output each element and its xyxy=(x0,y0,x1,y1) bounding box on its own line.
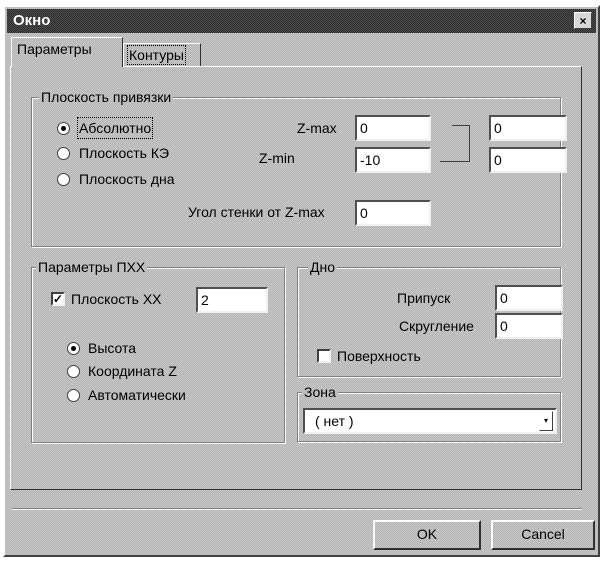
radio-bottom-plane-label[interactable]: Плоскость дна xyxy=(79,170,175,188)
cancel-button[interactable]: Cancel xyxy=(491,520,595,550)
reference-plane-title: Плоскость привязки xyxy=(41,88,172,106)
tab-panel: Плоскость привязки Абсолютно Плоскость К… xyxy=(10,66,582,490)
radio-bottom-plane[interactable] xyxy=(57,173,70,186)
allowance-label: Припуск xyxy=(397,290,451,306)
pxx-title: Параметры ПХХ xyxy=(38,258,146,276)
close-icon: × xyxy=(579,14,587,28)
bottom-separator xyxy=(12,508,582,510)
wall-angle-label: Угол стенки от Z-max xyxy=(188,204,325,220)
radio-z-coordinate-label[interactable]: Координата Z xyxy=(88,362,177,380)
surface-label[interactable]: Поверхность xyxy=(337,347,421,365)
radio-fe-plane-label[interactable]: Плоскость КЭ xyxy=(79,144,169,162)
rounding-label: Скругление xyxy=(399,318,474,334)
tab-contours[interactable]: Контуры xyxy=(123,43,201,67)
tab-parameters[interactable]: Параметры xyxy=(11,37,123,67)
title-bar[interactable]: Окно × xyxy=(7,9,596,33)
ok-button[interactable]: OK xyxy=(373,520,481,550)
pxx-plane-checkbox[interactable]: ✓ xyxy=(51,292,65,306)
link-bracket-top xyxy=(452,125,470,156)
checkmark-icon: ✓ xyxy=(53,292,64,306)
zmin-label: Z-min xyxy=(259,150,295,166)
tab-parameters-label: Параметры xyxy=(17,41,92,57)
linked-bottom-field[interactable]: 0 xyxy=(489,147,567,173)
radio-fe-plane[interactable] xyxy=(57,147,70,160)
cancel-button-label: Cancel xyxy=(521,526,565,542)
radio-absolute[interactable] xyxy=(57,122,70,135)
zone-select-value: ( нет ) xyxy=(315,413,354,429)
tab-contours-label: Контуры xyxy=(127,45,186,65)
radio-height[interactable] xyxy=(67,342,80,355)
allowance-field[interactable]: 0 xyxy=(495,285,563,311)
close-button[interactable]: × xyxy=(574,12,592,29)
radio-absolute-label[interactable]: Абсолютно xyxy=(76,117,154,139)
radio-automatic-label[interactable]: Автоматически xyxy=(88,386,186,404)
ok-button-label: OK xyxy=(416,526,438,542)
zmax-field[interactable]: 0 xyxy=(355,115,431,141)
zmax-label: Z-max xyxy=(297,120,337,136)
linked-top-field[interactable]: 0 xyxy=(489,115,567,141)
radio-z-coordinate[interactable] xyxy=(67,365,80,378)
wall-angle-field[interactable]: 0 xyxy=(355,200,431,226)
chevron-down-icon[interactable]: ▾ xyxy=(539,411,553,431)
window-title: Окно xyxy=(13,12,51,29)
zone-title: Зона xyxy=(303,383,336,401)
bottom-title: Дно xyxy=(310,258,335,276)
radio-height-label[interactable]: Высота xyxy=(88,339,136,357)
surface-checkbox[interactable] xyxy=(317,349,331,363)
radio-automatic[interactable] xyxy=(67,389,80,402)
pxx-plane-field[interactable]: 2 xyxy=(196,287,268,313)
pxx-plane-label[interactable]: Плоскость ХХ xyxy=(71,290,162,308)
link-bracket-bottom xyxy=(440,155,470,162)
rounding-field[interactable]: 0 xyxy=(495,313,563,339)
zone-select[interactable]: ( нет ) ▾ xyxy=(303,408,557,434)
zmin-field[interactable]: -10 xyxy=(355,147,431,173)
